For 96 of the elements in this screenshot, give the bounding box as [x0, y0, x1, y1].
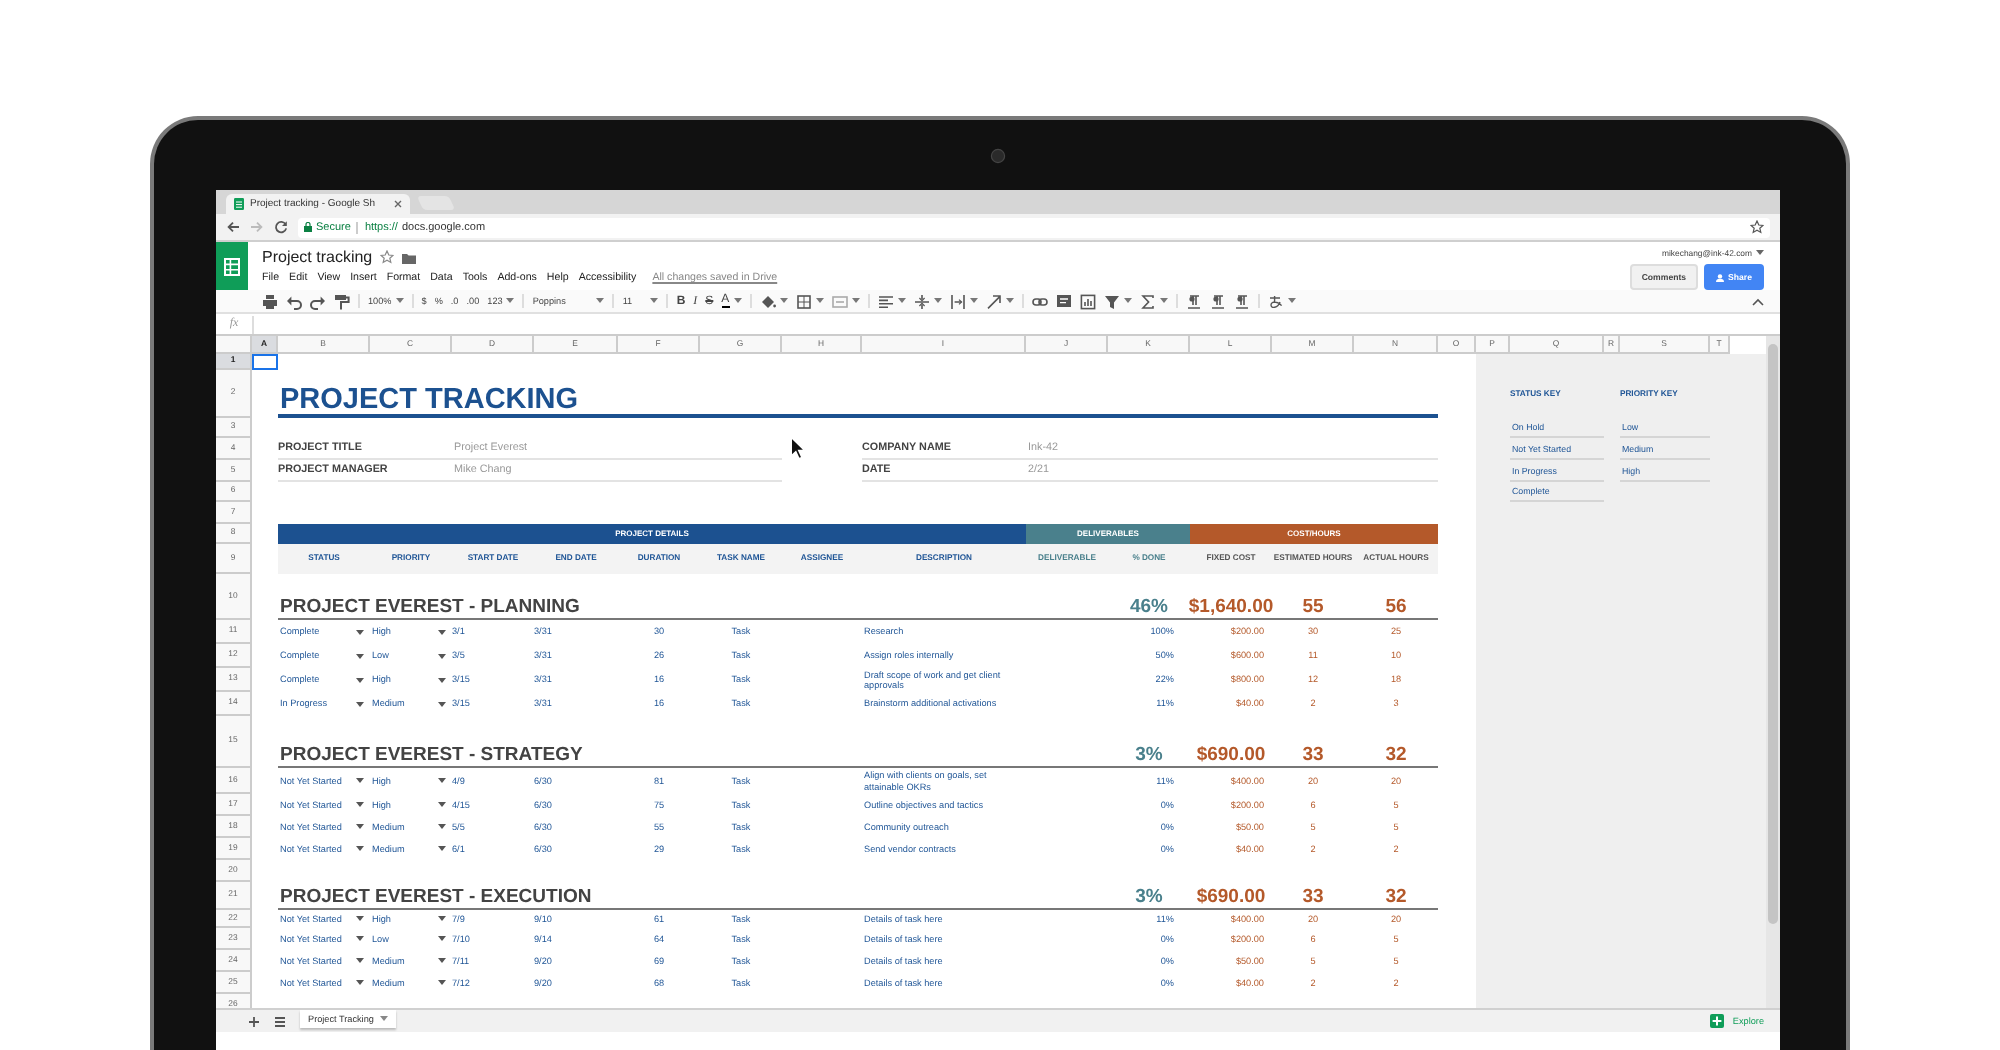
- fixed-cost-total: $690.00: [1196, 887, 1266, 910]
- caret-icon[interactable]: [356, 653, 364, 659]
- caret-icon[interactable]: [356, 778, 364, 784]
- caret-icon[interactable]: [356, 629, 364, 635]
- print-icon[interactable]: [262, 293, 278, 309]
- actual-hours-total: 32: [1385, 745, 1407, 768]
- caret-icon[interactable]: [438, 677, 446, 683]
- text-direction-icon[interactable]: [1209, 293, 1226, 309]
- caret-icon[interactable]: [438, 958, 446, 964]
- estimated-hours-total: 33: [1302, 745, 1324, 768]
- person-icon: [1716, 273, 1725, 281]
- caret-icon[interactable]: [356, 916, 364, 922]
- redo-icon[interactable]: [310, 293, 326, 309]
- spreadsheet-logo[interactable]: [216, 242, 248, 290]
- back-icon[interactable]: [226, 220, 240, 234]
- caret-icon[interactable]: [356, 824, 364, 830]
- caret-icon[interactable]: [356, 701, 364, 707]
- spreadsheet-icon: [234, 198, 244, 210]
- chevron-up-icon[interactable]: [1752, 297, 1764, 305]
- caret-icon[interactable]: [438, 824, 446, 830]
- link-icon[interactable]: [1031, 293, 1048, 309]
- caret-icon[interactable]: [1123, 298, 1132, 304]
- caret-icon[interactable]: [650, 298, 659, 304]
- caret-icon[interactable]: [897, 298, 906, 304]
- close-icon[interactable]: [394, 200, 402, 208]
- caret-icon[interactable]: [438, 629, 446, 635]
- fixed-cost-total: $1,640.00: [1188, 597, 1274, 620]
- text-direction-icon[interactable]: [1233, 293, 1250, 309]
- cursor-icon: [790, 436, 806, 460]
- percent-done-total: 3%: [1135, 887, 1163, 910]
- caret-icon[interactable]: [438, 701, 446, 707]
- caret-icon[interactable]: [438, 846, 446, 852]
- merge-cells-icon[interactable]: [831, 293, 848, 309]
- caret-icon[interactable]: [356, 980, 364, 986]
- caret-icon[interactable]: [779, 298, 788, 304]
- grid-icon: [224, 257, 240, 275]
- caret-icon[interactable]: [356, 936, 364, 942]
- fixed-cost-total: $690.00: [1196, 745, 1266, 768]
- caret-icon[interactable]: [969, 298, 978, 304]
- caret-icon[interactable]: [438, 936, 446, 942]
- caret-icon[interactable]: [815, 298, 824, 304]
- caret-icon[interactable]: [356, 802, 364, 808]
- star-icon[interactable]: [380, 250, 395, 264]
- caret-icon[interactable]: [1287, 298, 1296, 304]
- caret-icon[interactable]: [356, 677, 364, 683]
- caret-icon[interactable]: [733, 298, 742, 304]
- percent-done-total: 3%: [1135, 745, 1163, 768]
- caret-icon[interactable]: [438, 916, 446, 922]
- input-tools-icon[interactable]: [1267, 293, 1284, 309]
- star-icon[interactable]: [1750, 220, 1764, 234]
- cell-selection: [252, 354, 278, 370]
- camera-icon: [990, 147, 1006, 163]
- caret-icon[interactable]: [356, 846, 364, 852]
- caret-icon[interactable]: [356, 958, 364, 964]
- add-icon[interactable]: [248, 1015, 260, 1027]
- caret-icon[interactable]: [1159, 298, 1168, 304]
- text-direction-icon[interactable]: [1185, 293, 1202, 309]
- caret-icon[interactable]: [438, 778, 446, 784]
- caret-icon[interactable]: [1756, 250, 1764, 256]
- comment-icon[interactable]: [1055, 293, 1072, 309]
- paint-format-icon[interactable]: [334, 293, 350, 309]
- caret-icon[interactable]: [438, 980, 446, 986]
- caret-icon[interactable]: [506, 298, 515, 304]
- section-title: PROJECT EVEREST - PLANNING: [278, 597, 580, 620]
- vertical-align-icon[interactable]: [913, 293, 930, 309]
- document-title[interactable]: Project tracking: [262, 248, 373, 266]
- text-rotation-icon[interactable]: [985, 293, 1002, 309]
- menu-icon[interactable]: [274, 1015, 286, 1027]
- caret-icon[interactable]: [596, 298, 605, 304]
- percent-done-total: 46%: [1129, 597, 1168, 620]
- caret-icon[interactable]: [933, 298, 942, 304]
- align-icon[interactable]: [877, 293, 894, 309]
- caret-icon[interactable]: [438, 802, 446, 808]
- estimated-hours-total: 55: [1302, 597, 1324, 620]
- borders-icon[interactable]: [795, 293, 812, 309]
- actual-hours-total: 32: [1385, 887, 1407, 910]
- sheet-title: PROJECT TRACKING: [278, 386, 579, 418]
- undo-icon[interactable]: [286, 293, 302, 309]
- folder-icon[interactable]: [402, 251, 417, 263]
- caret-icon[interactable]: [379, 1016, 388, 1022]
- estimated-hours-total: 33: [1302, 887, 1324, 910]
- section-title: PROJECT EVEREST - STRATEGY: [278, 745, 583, 768]
- actual-hours-total: 56: [1385, 597, 1407, 620]
- chart-icon[interactable]: [1079, 293, 1096, 309]
- caret-icon[interactable]: [438, 653, 446, 659]
- explore-icon: [1710, 1014, 1725, 1028]
- reload-icon[interactable]: [274, 220, 288, 234]
- caret-icon[interactable]: [851, 298, 860, 304]
- scrollbar[interactable]: [1766, 336, 1780, 1008]
- caret-icon[interactable]: [1005, 298, 1014, 304]
- section-title: PROJECT EVEREST - EXECUTION: [278, 887, 592, 910]
- fill-color-icon[interactable]: [759, 293, 776, 309]
- text-wrap-icon[interactable]: [949, 293, 966, 309]
- caret-icon[interactable]: [395, 298, 404, 304]
- functions-icon[interactable]: [1139, 293, 1156, 309]
- lock-icon: [304, 222, 312, 232]
